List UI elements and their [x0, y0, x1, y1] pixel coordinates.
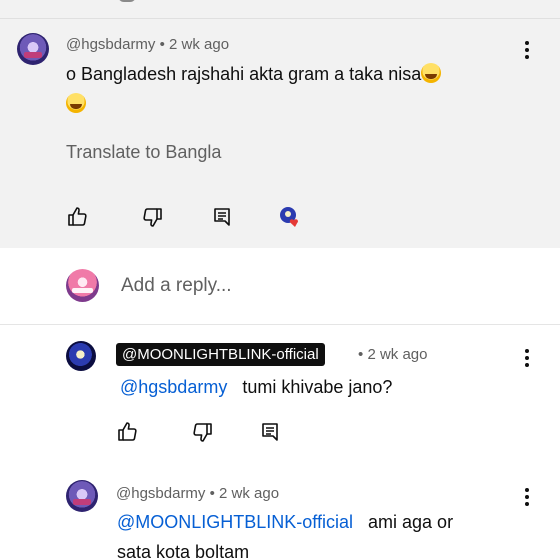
translate-link[interactable]: Translate to Bangla	[66, 142, 221, 163]
comment-text: o Bangladesh rajshahi akta gram a taka n…	[66, 59, 516, 119]
rofl-emoji-icon	[421, 63, 442, 83]
creator-heart-icon[interactable]	[278, 205, 302, 229]
reply-author[interactable]: @hgsbdarmy	[116, 485, 205, 502]
like-icon[interactable]	[115, 420, 139, 444]
reply-time[interactable]: 2 wk ago	[219, 485, 279, 502]
reply-meta: • 2 wk ago	[358, 346, 427, 363]
meta-separator: •	[358, 346, 364, 363]
avatar[interactable]	[17, 33, 49, 65]
previous-comment-fragment	[118, 0, 136, 2]
avatar[interactable]	[66, 341, 96, 371]
like-icon[interactable]	[65, 205, 89, 229]
more-options-icon[interactable]	[524, 41, 530, 61]
previous-comment-strip	[0, 0, 560, 18]
creator-author-chip[interactable]: @MOONLIGHTBLINK-official	[116, 343, 325, 366]
comment-time[interactable]: 2 wk ago	[169, 36, 229, 53]
reply-meta: @hgsbdarmy • 2 wk ago	[116, 485, 279, 502]
comment-meta: @hgsbdarmy • 2 wk ago	[66, 36, 229, 53]
divider	[0, 324, 560, 325]
reply-text: @MOONLIGHTBLINK-official ami aga or sata…	[117, 512, 454, 560]
reply-icon[interactable]	[258, 420, 282, 444]
reply-text: @hgsbdarmy tumi khivabe jano?	[120, 377, 393, 397]
reply-time[interactable]: 2 wk ago	[367, 346, 427, 363]
meta-separator: •	[159, 36, 165, 53]
dislike-icon[interactable]	[191, 420, 215, 444]
reply-icon[interactable]	[210, 205, 234, 229]
comment-author[interactable]: @hgsbdarmy	[66, 36, 155, 53]
rofl-emoji-icon	[66, 93, 86, 113]
more-options-icon[interactable]	[524, 488, 530, 508]
comment-card: @hgsbdarmy • 2 wk ago o Bangladesh rajsh…	[0, 18, 560, 248]
meta-separator: •	[209, 485, 215, 502]
mention-link[interactable]: @MOONLIGHTBLINK-official	[117, 512, 353, 532]
avatar[interactable]	[66, 480, 98, 512]
dislike-icon[interactable]	[141, 205, 165, 229]
add-reply-input[interactable]: Add a reply...	[121, 275, 232, 297]
more-options-icon[interactable]	[524, 349, 530, 369]
mention-link[interactable]: @hgsbdarmy	[120, 377, 227, 397]
current-user-avatar	[66, 269, 99, 302]
